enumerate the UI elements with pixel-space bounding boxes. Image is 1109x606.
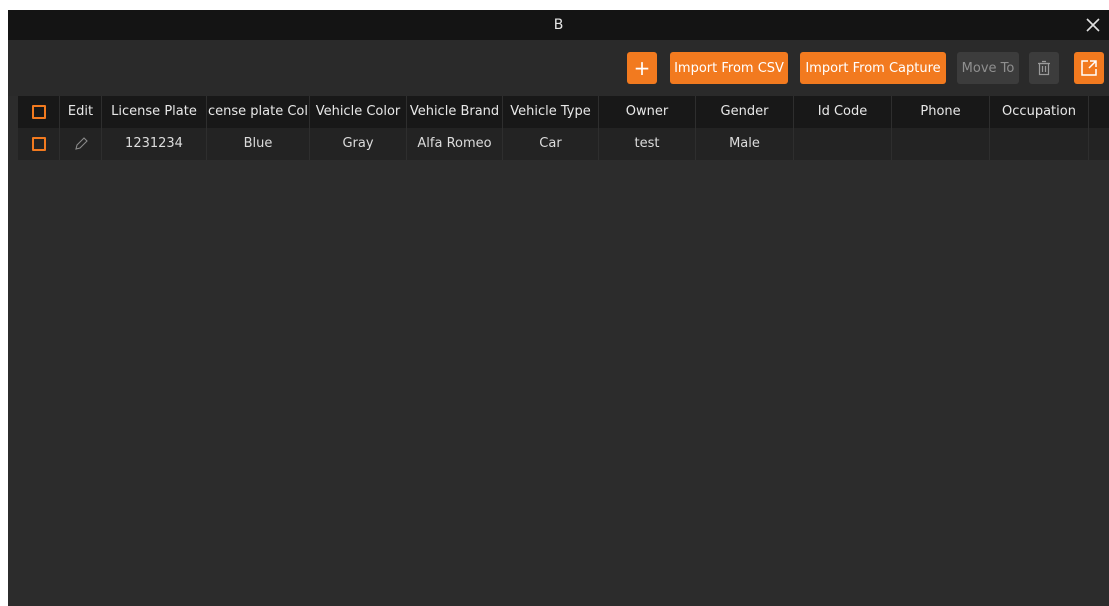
column-header-vehicle-type[interactable]: Vehicle Type: [503, 96, 599, 128]
edit-cell: [60, 128, 102, 160]
cell-gender: Male: [696, 128, 794, 160]
cell-license-plate: 1231234: [102, 128, 207, 160]
toolbar: + Import From CSV Import From Capture Mo…: [8, 40, 1109, 96]
cell-vehicle-brand: Alfa Romeo: [407, 128, 503, 160]
table-row[interactable]: 1231234 Blue Gray Alfa Romeo Car test Ma…: [18, 128, 1109, 160]
column-header-plate-color[interactable]: cense plate Col: [207, 96, 310, 128]
plus-icon: +: [633, 56, 651, 80]
column-header-vehicle-brand[interactable]: Vehicle Brand: [407, 96, 503, 128]
cell-plate-color: Blue: [207, 128, 310, 160]
pencil-icon[interactable]: [72, 135, 90, 153]
select-all-checkbox[interactable]: [32, 105, 46, 119]
window-title: B: [553, 17, 564, 33]
close-button[interactable]: [1081, 13, 1105, 37]
cell-phone: [892, 128, 990, 160]
select-all-cell: [18, 96, 60, 128]
close-icon: [1086, 18, 1100, 32]
cell-vehicle-type: Car: [503, 128, 599, 160]
vehicle-table: Edit License Plate cense plate Col Vehic…: [18, 96, 1109, 606]
cell-vehicle-color: Gray: [310, 128, 407, 160]
import-from-capture-button[interactable]: Import From Capture: [800, 52, 946, 84]
row-select-cell: [18, 128, 60, 160]
trash-icon: [1038, 60, 1050, 76]
column-header-edit[interactable]: Edit: [60, 96, 102, 128]
column-header-phone[interactable]: Phone: [892, 96, 990, 128]
export-button[interactable]: [1074, 52, 1104, 84]
column-header-id-code[interactable]: Id Code: [794, 96, 892, 128]
cell-id-code: [794, 128, 892, 160]
move-to-button[interactable]: Move To: [957, 52, 1019, 84]
export-icon: [1081, 60, 1097, 76]
column-header-license-plate[interactable]: License Plate: [102, 96, 207, 128]
cell-owner: test: [599, 128, 696, 160]
column-header-gender[interactable]: Gender: [696, 96, 794, 128]
row-checkbox[interactable]: [32, 137, 46, 151]
delete-button[interactable]: [1029, 52, 1059, 84]
add-button[interactable]: +: [627, 52, 657, 84]
title-bar: B: [8, 10, 1109, 40]
column-header-occupation[interactable]: Occupation: [990, 96, 1089, 128]
column-header-vehicle-color[interactable]: Vehicle Color: [310, 96, 407, 128]
table-header: Edit License Plate cense plate Col Vehic…: [18, 96, 1109, 128]
column-header-owner[interactable]: Owner: [599, 96, 696, 128]
vehicle-list-window: B + Import From CSV Import From Capture …: [8, 10, 1109, 606]
import-from-csv-button[interactable]: Import From CSV: [670, 52, 788, 84]
cell-occupation: [990, 128, 1089, 160]
